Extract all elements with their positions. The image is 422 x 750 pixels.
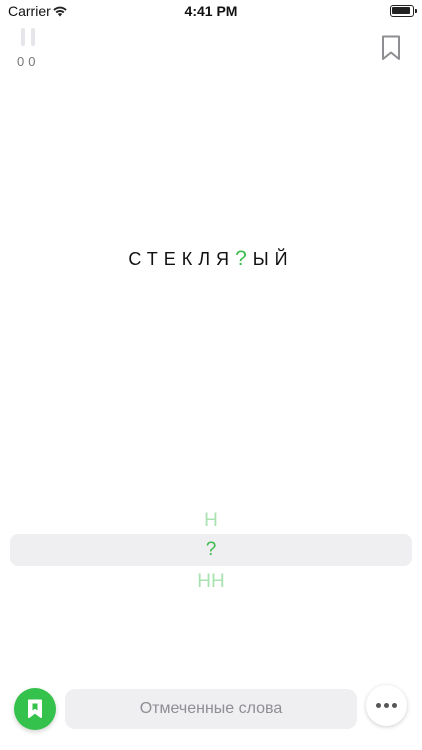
picker-option-selected[interactable]: ?	[10, 539, 412, 561]
word-suffix: ЫЙ	[252, 249, 294, 269]
clock: 4:41 PM	[184, 3, 238, 19]
more-button[interactable]	[366, 685, 407, 726]
bookmark-icon	[28, 699, 42, 718]
marked-words-fab[interactable]	[14, 688, 56, 730]
word-prefix: СТЕКЛЯ	[128, 249, 236, 269]
picker-option-nn[interactable]: НН	[0, 571, 422, 593]
picker-selection[interactable]: ?	[10, 534, 412, 566]
pause-icon	[21, 28, 25, 46]
status-bar: Carrier 4:41 PM	[0, 0, 422, 22]
more-icon	[376, 703, 381, 708]
word-gap: ?	[235, 247, 253, 270]
picker-option-n[interactable]: Н	[0, 510, 422, 532]
marked-words-button[interactable]: Отмеченные слова	[65, 689, 357, 729]
pause-button[interactable]	[20, 28, 40, 48]
quiz-word: СТЕКЛЯ?ЫЙ	[0, 247, 422, 271]
bookmark-button[interactable]	[381, 35, 401, 61]
battery-icon	[390, 5, 417, 17]
score-correct: 0	[17, 54, 29, 69]
score-counter: 00	[17, 54, 39, 69]
score-wrong: 0	[28, 54, 40, 69]
bookmark-icon	[382, 35, 400, 60]
